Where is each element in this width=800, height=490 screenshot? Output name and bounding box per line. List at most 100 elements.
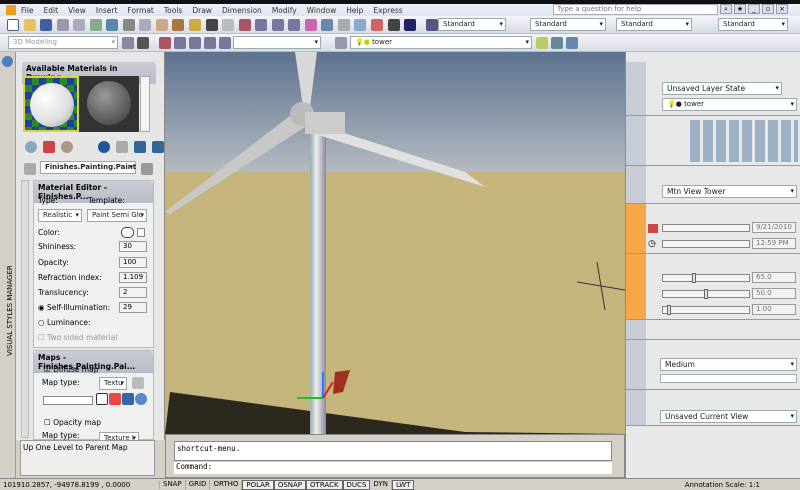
pan-icon[interactable] [238, 19, 251, 31]
color-swatch[interactable] [121, 227, 134, 238]
tool-palettes-icon[interactable] [337, 19, 350, 31]
swatch-scrollbar[interactable] [140, 76, 150, 132]
zoom-realtime-icon[interactable] [255, 19, 268, 31]
render-preset-select[interactable]: Medium [660, 358, 797, 371]
zoom-previous-icon[interactable] [288, 19, 301, 31]
map-preview-icon[interactable] [122, 393, 134, 405]
preview-light-icon[interactable] [61, 141, 73, 153]
zoom-window-icon[interactable] [271, 19, 284, 31]
coordinates[interactable]: 101910.2857, -94978.8199 , 0.0000 [0, 480, 160, 489]
menu-dimension[interactable]: Dimension [222, 6, 262, 15]
diffuse-map-checkbox[interactable]: ☑ Diffuse map [44, 365, 98, 374]
text-style-select[interactable]: Standard [438, 18, 506, 31]
toggle-dyn[interactable]: DYN [370, 479, 392, 490]
layer-properties-icon[interactable] [335, 37, 347, 49]
slider-thumb[interactable] [667, 305, 672, 315]
menu-help[interactable]: Help [346, 6, 363, 15]
template-select[interactable]: Paint Semi Glo [87, 209, 147, 222]
apply-material-icon[interactable] [134, 141, 146, 153]
material-select[interactable]: Finishes.Painting.Paint [40, 161, 136, 174]
workspace-settings-icon[interactable] [122, 37, 134, 49]
material-swatch-selected[interactable] [23, 76, 79, 132]
match-properties-icon[interactable] [172, 19, 185, 31]
properties-icon[interactable] [304, 19, 317, 31]
multileader-style-select[interactable]: Standard [718, 18, 788, 31]
paste-icon[interactable] [155, 19, 168, 31]
block-editor-icon[interactable] [189, 19, 202, 31]
contrast-field[interactable]: 50.0 [752, 288, 796, 299]
layer-select[interactable]: 💡● tower [662, 98, 797, 111]
date-field[interactable]: 9/21/2010 [752, 222, 796, 233]
luminance-radio[interactable]: ○ Luminance: [38, 318, 91, 327]
menu-edit[interactable]: Edit [44, 6, 59, 15]
markup-icon[interactable] [371, 19, 384, 31]
redo-icon[interactable] [222, 19, 235, 31]
shininess-field[interactable]: 30 [119, 241, 147, 252]
remove-material-icon[interactable] [152, 141, 164, 153]
menu-file[interactable]: File [21, 6, 34, 15]
print-icon[interactable] [56, 19, 69, 31]
pan-icon[interactable] [159, 37, 171, 49]
copy-icon[interactable] [139, 19, 152, 31]
toggle-snap[interactable]: SNAP [160, 479, 186, 490]
help-icon[interactable] [404, 19, 417, 31]
purge-icon[interactable] [116, 141, 128, 153]
midtones-field[interactable]: 1.00 [752, 304, 796, 315]
refraction-field[interactable]: 1.109 [119, 272, 147, 283]
up-level-icon[interactable] [24, 163, 36, 175]
sphere-icon[interactable] [25, 141, 37, 153]
file-icon[interactable] [96, 393, 108, 405]
table-style-select[interactable]: Standard [616, 18, 692, 31]
3d-viewport[interactable] [165, 52, 625, 434]
calculator-icon[interactable] [387, 19, 400, 31]
3d-modeling-tools-icon[interactable] [690, 120, 798, 162]
translucency-field[interactable]: 2 [119, 287, 147, 298]
menu-view[interactable]: View [68, 6, 86, 15]
undo-icon[interactable] [205, 19, 218, 31]
slider-thumb[interactable] [691, 273, 696, 283]
opacity-field[interactable]: 100 [119, 257, 147, 268]
help-search-input[interactable]: Type a question for help [553, 4, 718, 15]
time-field[interactable]: 12:59 PM [752, 238, 796, 249]
walk-icon[interactable] [204, 37, 216, 49]
search-icon[interactable]: ⌕ [720, 4, 732, 14]
layer-previous-icon[interactable] [551, 37, 563, 49]
menu-window[interactable]: Window [307, 6, 337, 15]
orbit-icon[interactable] [189, 37, 201, 49]
slider-thumb[interactable] [704, 289, 708, 299]
cut-icon[interactable] [122, 19, 135, 31]
type-select[interactable]: Realistic [38, 209, 82, 222]
menu-draw[interactable]: Draw [192, 6, 212, 15]
toggle-ortho[interactable]: ORTHO [210, 479, 243, 490]
synchronize-icon[interactable] [135, 393, 147, 405]
blend-slider[interactable] [43, 396, 93, 405]
new-icon[interactable] [7, 19, 19, 31]
globe-icon[interactable] [106, 19, 119, 31]
opacity-map-checkbox[interactable]: ☐ Opacity map [44, 418, 101, 427]
toggle-grid[interactable]: GRID [186, 479, 211, 490]
dim-style-select[interactable]: Standard [530, 18, 606, 31]
named-view-select[interactable]: Unsaved Current View [660, 410, 797, 423]
design-center-icon[interactable] [321, 19, 334, 31]
customize-icon[interactable] [137, 37, 149, 49]
annotation-scale[interactable]: Annotation Scale: 1:1 [685, 481, 760, 489]
map-type-select[interactable]: Textu [99, 377, 127, 390]
minimize-button[interactable]: _ [748, 4, 760, 14]
ucs-icon[interactable] [219, 37, 231, 49]
layer-state-select[interactable]: Unsaved Layer State [662, 82, 782, 95]
view-select[interactable] [233, 36, 321, 49]
delete-map-icon[interactable] [109, 393, 121, 405]
publish-icon[interactable] [89, 19, 102, 31]
save-icon[interactable] [40, 19, 53, 31]
menu-modify[interactable]: Modify [272, 6, 297, 15]
toggle-lwt[interactable]: LWT [391, 479, 415, 490]
toggle-otrack[interactable]: OTRACK [306, 479, 343, 490]
favorites-icon[interactable]: ★ [734, 4, 746, 14]
app-logo-icon[interactable] [6, 5, 16, 15]
menu-tools[interactable]: Tools [164, 6, 182, 15]
intensity-field[interactable]: 65.0 [752, 272, 796, 283]
panel-scrollbar[interactable] [21, 180, 29, 438]
color-checkbox[interactable] [137, 228, 145, 237]
self-illumination-field[interactable]: 29 [119, 302, 147, 313]
palette-title-strip[interactable]: VISUAL STYLES MANAGER [0, 52, 16, 480]
